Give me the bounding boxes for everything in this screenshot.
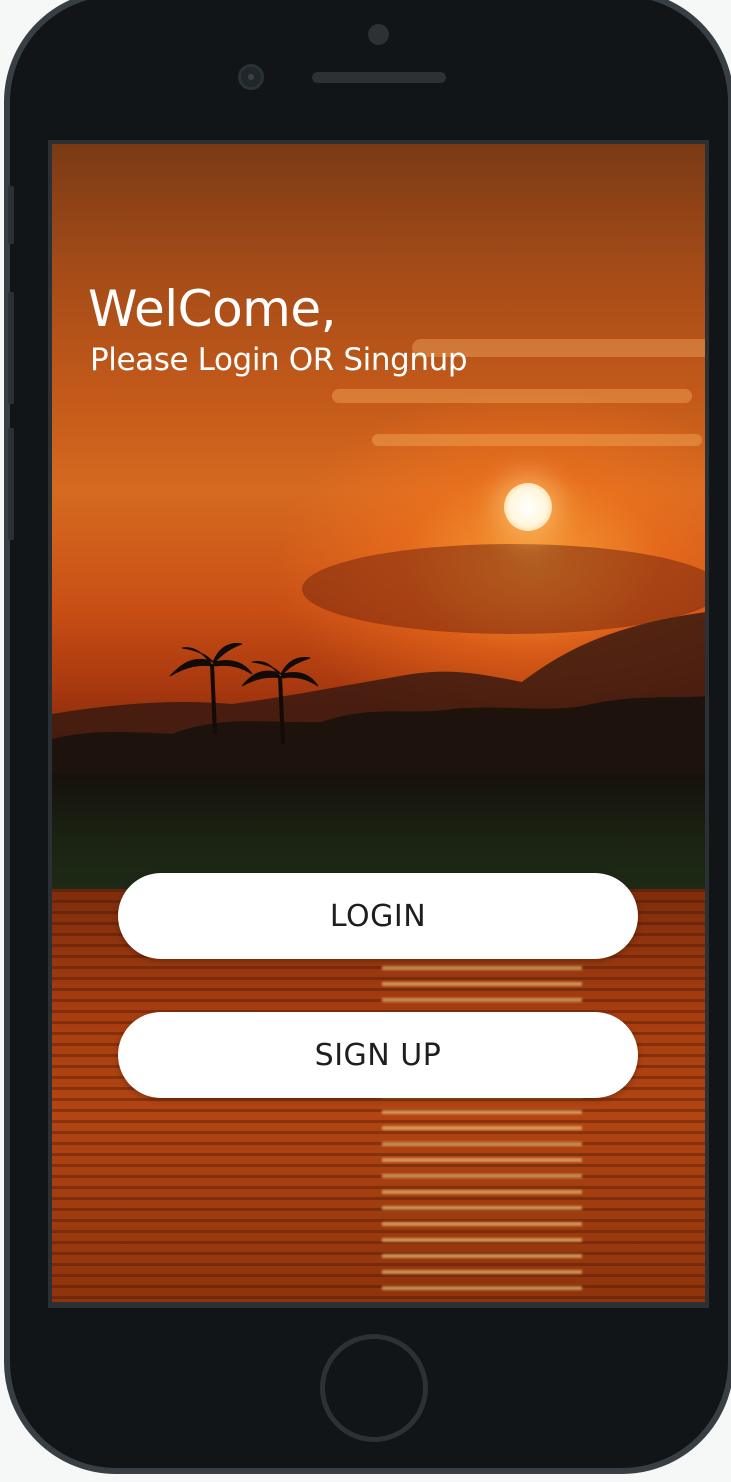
device-screen: WelCome, Please Login OR Singnup LOGIN S…	[48, 140, 709, 1308]
sun-reflection	[382, 934, 582, 1294]
cloud-streak	[372, 434, 702, 446]
device-volume-up-button	[8, 292, 14, 404]
home-button[interactable]	[320, 1334, 428, 1442]
device-volume-down-button	[8, 428, 14, 540]
earpiece-speaker	[312, 72, 446, 83]
welcome-screen: WelCome, Please Login OR Singnup LOGIN S…	[52, 144, 705, 1302]
welcome-text-block: WelCome, Please Login OR Singnup	[88, 279, 468, 379]
proximity-sensor	[368, 24, 389, 45]
phone-device-frame: WelCome, Please Login OR Singnup LOGIN S…	[4, 0, 731, 1474]
device-mute-switch	[8, 186, 14, 244]
sun	[504, 483, 552, 531]
welcome-subtitle: Please Login OR Singnup	[90, 342, 468, 378]
signup-button[interactable]: SIGN UP	[118, 1012, 638, 1098]
welcome-title: WelCome,	[88, 280, 337, 338]
login-button[interactable]: LOGIN	[118, 873, 638, 959]
cloud-streak	[332, 389, 692, 403]
front-camera	[238, 64, 264, 90]
